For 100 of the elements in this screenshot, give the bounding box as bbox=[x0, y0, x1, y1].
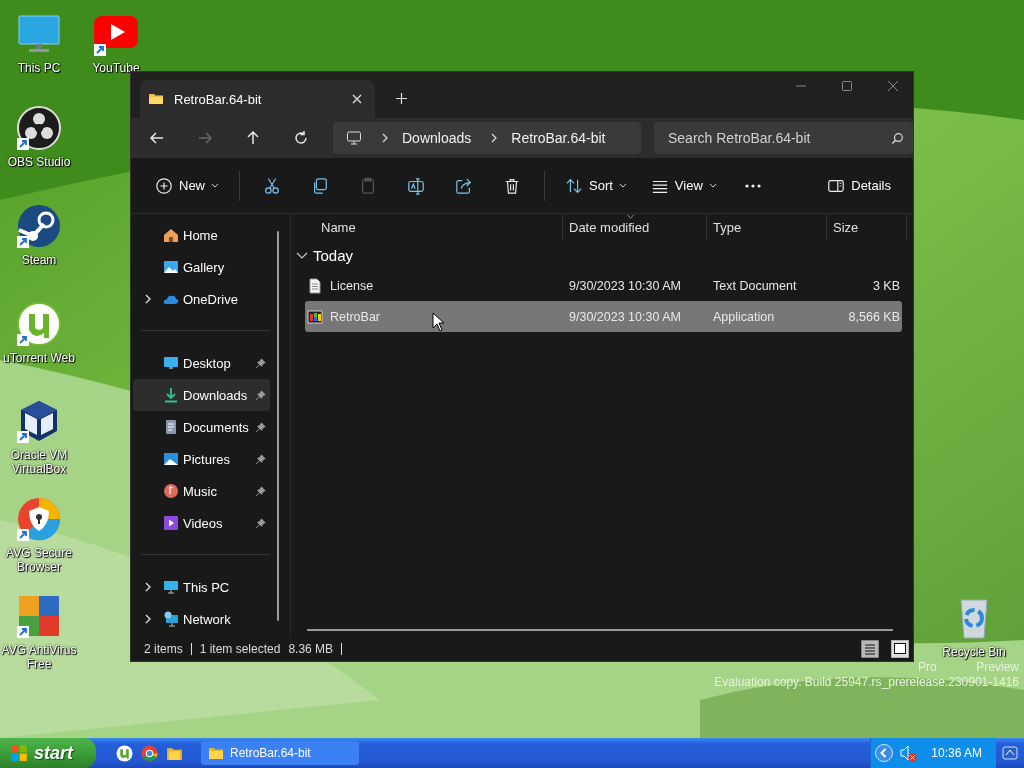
monitor-icon bbox=[163, 579, 179, 595]
arrow-up-icon bbox=[245, 130, 261, 146]
group-header[interactable]: Today bbox=[296, 240, 376, 270]
windows-logo-icon bbox=[10, 744, 28, 762]
torrent-icon[interactable] bbox=[17, 302, 61, 346]
watermark-text: Preview bbox=[976, 660, 1019, 674]
desktop-icon-label: AVG Secure Browser bbox=[5, 546, 73, 574]
file-name: RetroBar bbox=[330, 309, 381, 324]
search-field[interactable]: Search RetroBar.64-bit bbox=[654, 122, 913, 154]
table-cell-text: 9/30/2023 10:30 AM bbox=[568, 278, 682, 293]
pictures-icon bbox=[163, 451, 179, 467]
sidebar-item[interactable]: Gallery bbox=[133, 251, 270, 283]
desktop-icon-label: Recycle Bin bbox=[942, 645, 1006, 659]
tab[interactable]: RetroBar.64-bit bbox=[140, 80, 375, 118]
scrollbar[interactable] bbox=[307, 629, 893, 631]
table-cell-text: 3 KB bbox=[871, 278, 901, 293]
address-bar[interactable]: Downloads RetroBar.64-bit bbox=[333, 122, 641, 154]
arrow-left-icon bbox=[149, 130, 165, 146]
desktop-icon-label: This PC bbox=[17, 61, 61, 75]
more-icon bbox=[743, 183, 762, 188]
file-row[interactable]: License 9/30/2023 10:30 AM Text Document 3 KB bbox=[305, 270, 902, 301]
view-button[interactable]: View bbox=[644, 168, 723, 203]
torrent-icon[interactable] bbox=[116, 744, 133, 762]
gallery-icon bbox=[163, 259, 179, 275]
details-view-icon[interactable] bbox=[861, 640, 879, 658]
cursor-icon bbox=[432, 312, 444, 332]
selection-info: 1 item selected bbox=[199, 642, 281, 656]
column-header[interactable]: Type bbox=[707, 214, 827, 240]
sidebar-item[interactable]: Desktop bbox=[133, 347, 270, 379]
network-icon bbox=[163, 611, 179, 627]
desktop-icon bbox=[163, 355, 179, 371]
application-icon bbox=[307, 308, 323, 325]
sidebar-item[interactable]: This PC bbox=[133, 571, 270, 603]
sidebar-item[interactable]: OneDrive bbox=[133, 283, 270, 315]
column-header[interactable]: Name bbox=[291, 214, 563, 240]
sidebar-item[interactable]: Pictures bbox=[133, 443, 270, 475]
rename-icon bbox=[407, 176, 425, 195]
table-cell-text: 8,566 KB bbox=[847, 309, 901, 324]
sidebar-item[interactable]: Downloads bbox=[133, 379, 270, 411]
watermark-text: Pro bbox=[918, 660, 937, 674]
group-label: Today bbox=[313, 246, 354, 264]
sidebar-item[interactable]: Network bbox=[133, 603, 270, 635]
antivirus-icon[interactable] bbox=[17, 594, 61, 638]
new-button[interactable]: New bbox=[149, 168, 225, 203]
sidebar-item[interactable]: Music bbox=[133, 475, 270, 507]
scissors-icon bbox=[263, 176, 281, 195]
clipboard-icon bbox=[359, 176, 377, 195]
music-icon bbox=[163, 483, 179, 499]
desktop-icon-label: Steam bbox=[21, 253, 57, 267]
desktop-icon-label: uTorrent Web bbox=[3, 351, 75, 365]
folder-icon bbox=[208, 745, 224, 761]
details-button[interactable]: Details bbox=[821, 168, 897, 203]
videos-icon bbox=[163, 515, 179, 531]
home-icon bbox=[163, 227, 179, 243]
browser-icon[interactable] bbox=[17, 497, 61, 541]
sort-icon bbox=[565, 176, 583, 195]
chevron-icon bbox=[380, 133, 390, 143]
column-header[interactable]: Date modified bbox=[563, 214, 707, 240]
desktop-icon-label: OBS Studio bbox=[7, 155, 71, 169]
column-header[interactable]: Size bbox=[827, 214, 907, 240]
monitor-icon bbox=[346, 130, 362, 146]
refresh-icon bbox=[293, 130, 309, 146]
tiles-view-icon[interactable] bbox=[891, 640, 909, 658]
sidebar-item[interactable]: Videos bbox=[133, 507, 270, 539]
sort-button[interactable]: Sort bbox=[559, 168, 633, 203]
table-cell-text: 9/30/2023 10:30 AM bbox=[568, 309, 682, 324]
volume-icon[interactable] bbox=[899, 744, 918, 762]
chevron-icon[interactable] bbox=[143, 294, 153, 304]
file-name: License bbox=[330, 278, 374, 293]
show-desktop-icon[interactable] bbox=[1002, 745, 1018, 761]
maximize-icon[interactable] bbox=[841, 80, 853, 92]
copy-icon bbox=[311, 176, 329, 195]
selection-size: 8.36 MB bbox=[288, 642, 334, 656]
trash-icon bbox=[503, 176, 521, 195]
new-tab-icon[interactable] bbox=[395, 92, 408, 105]
arrow-right-icon bbox=[197, 130, 213, 146]
tab-title: RetroBar.64-bit bbox=[174, 91, 263, 107]
steam-icon[interactable] bbox=[17, 204, 61, 248]
taskbar-button[interactable]: RetroBar.64-bit bbox=[201, 741, 359, 765]
search-icon bbox=[891, 132, 904, 145]
document-icon bbox=[163, 419, 179, 435]
table-cell-text: Application bbox=[712, 309, 776, 324]
download-icon bbox=[163, 387, 179, 403]
desktop-icon-label: YouTube bbox=[92, 61, 140, 75]
sidebar-item[interactable]: Home bbox=[133, 219, 270, 251]
browser-icon[interactable] bbox=[141, 744, 158, 762]
file-row[interactable]: RetroBar 9/30/2023 10:30 AM Application 8,566 KB bbox=[305, 301, 902, 332]
desktop-icon-label: Oracle VM VirtualBox bbox=[9, 448, 69, 476]
recorder-icon[interactable] bbox=[17, 106, 61, 150]
breadcrumb[interactable]: RetroBar.64-bit bbox=[511, 130, 606, 146]
sort-indicator-icon bbox=[626, 214, 635, 219]
chevron-icon[interactable] bbox=[143, 582, 153, 592]
breadcrumb[interactable]: Downloads bbox=[402, 130, 472, 146]
share-icon bbox=[455, 176, 473, 195]
chevron-icon[interactable] bbox=[143, 614, 153, 624]
item-count: 2 items bbox=[144, 642, 183, 656]
sidebar-item[interactable]: Documents bbox=[133, 411, 270, 443]
text-file-icon bbox=[307, 277, 323, 294]
scrollbar[interactable] bbox=[277, 231, 279, 621]
close-icon[interactable] bbox=[887, 80, 899, 92]
